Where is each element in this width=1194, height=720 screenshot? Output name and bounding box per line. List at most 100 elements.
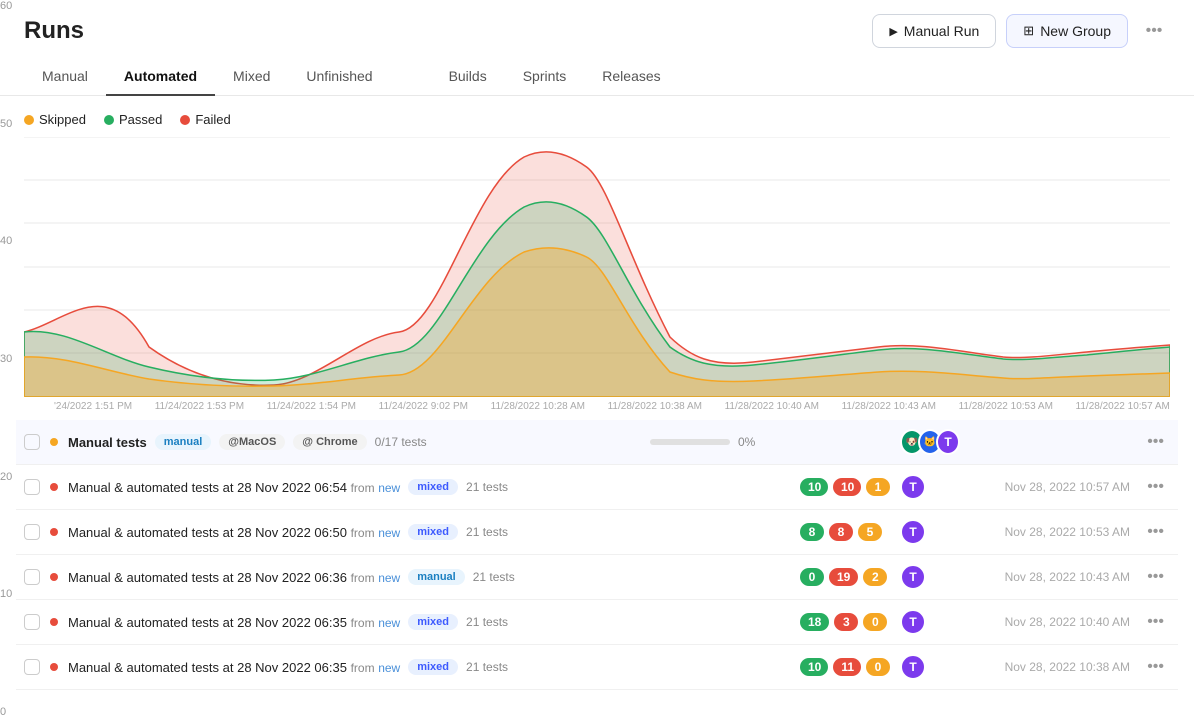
run-avatars-2: T [900,519,960,545]
run-title-4: Manual & automated tests at 28 Nov 2022 … [68,615,400,630]
run-avatars-5: T [900,654,960,680]
tab-unfinished[interactable]: Unfinished [288,58,390,96]
run-row-2: Manual & automated tests at 28 Nov 2022 … [16,510,1178,555]
passed-dot [104,115,114,125]
badge-manual-group: manual [155,434,212,450]
run-menu-btn-3[interactable]: ••• [1141,566,1170,588]
count-orange-4: 0 [863,613,887,631]
avatar-1: T [900,474,926,500]
progress-bar-bg-group [650,439,730,445]
run-title-1: Manual & automated tests at 28 Nov 2022 … [68,480,400,495]
new-group-label: New Group [1040,23,1111,39]
count-orange-3: 2 [863,568,887,586]
count-red-2: 8 [829,523,853,541]
avatar-3-group: T [936,429,960,455]
count-green-1: 10 [800,478,828,496]
ellipsis-icon: ••• [1146,22,1163,40]
passed-label: Passed [119,112,162,127]
tab-builds[interactable]: Builds [431,58,505,96]
run-time-4: Nov 28, 2022 10:40 AM [970,615,1130,629]
run-time-3: Nov 28, 2022 10:43 AM [970,570,1130,584]
run-menu-4: ••• [1140,611,1170,633]
new-group-button[interactable]: ⊞ New Group [1006,14,1128,48]
run-tests-group: 0/17 tests [375,435,427,449]
count-red-5: 11 [833,658,861,676]
count-orange-5: 0 [866,658,890,676]
avatar-5: T [900,654,926,680]
run-title-3: Manual & automated tests at 28 Nov 2022 … [68,570,400,585]
run-menu-btn-2[interactable]: ••• [1141,521,1170,543]
run-tests-1: 21 tests [466,480,508,494]
tab-sprints[interactable]: Sprints [505,58,585,96]
failed-dot [180,115,190,125]
run-tests-5: 21 tests [466,660,508,674]
x-axis-labels: '24/2022 1:51 PM 11/24/2022 1:53 PM 11/2… [24,397,1170,412]
tab-releases[interactable]: Releases [584,58,678,96]
failed-label: Failed [195,112,230,127]
run-menu-btn-1[interactable]: ••• [1141,476,1170,498]
run-menu-group: ••• [1140,431,1170,453]
count-green-4: 18 [800,613,829,631]
run-menu-btn-5[interactable]: ••• [1141,656,1170,678]
run-row-5: Manual & automated tests at 28 Nov 2022 … [16,645,1178,690]
run-time-2: Nov 28, 2022 10:53 AM [970,525,1130,539]
run-avatars-4: T [900,609,960,635]
avatar-2: T [900,519,926,545]
run-row-3: Manual & automated tests at 28 Nov 2022 … [16,555,1178,600]
tab-manual[interactable]: Manual [24,58,106,96]
run-title-5: Manual & automated tests at 28 Nov 2022 … [68,660,400,675]
badge-mixed-1: mixed [408,479,458,495]
run-info-5: Manual & automated tests at 28 Nov 2022 … [68,659,640,675]
count-green-5: 10 [800,658,828,676]
run-row-1: Manual & automated tests at 28 Nov 2022 … [16,465,1178,510]
legend-passed: Passed [104,112,162,127]
run-avatars-1: T [900,474,960,500]
run-list: Manual tests manual @MacOS @ Chrome 0/17… [0,420,1194,690]
run-dot-4 [50,618,58,626]
legend-failed: Failed [180,112,230,127]
run-badges-4: 18 3 0 [800,613,890,631]
manual-run-button[interactable]: ▶ Manual Run [872,14,996,48]
chart-container: Skipped Passed Failed 60 50 40 30 20 10 … [0,96,1194,420]
progress-pct-group: 0% [738,435,755,449]
count-green-2: 8 [800,523,824,541]
run-menu-1: ••• [1140,476,1170,498]
run-info-group: Manual tests manual @MacOS @ Chrome 0/17… [68,434,640,450]
avatar-4: T [900,609,926,635]
legend-skipped: Skipped [24,112,86,127]
more-options-button[interactable]: ••• [1138,15,1170,47]
new-group-icon: ⊞ [1023,23,1034,39]
tab-mixed[interactable]: Mixed [215,58,288,96]
run-row-4: Manual & automated tests at 28 Nov 2022 … [16,600,1178,645]
manual-run-label: Manual Run [904,23,980,39]
run-menu-btn-group[interactable]: ••• [1141,431,1170,453]
run-badges-3: 0 19 2 [800,568,890,586]
run-dot-group [50,438,58,446]
run-tests-4: 21 tests [466,615,508,629]
count-red-1: 10 [833,478,861,496]
run-menu-5: ••• [1140,656,1170,678]
run-tests-3: 21 tests [473,570,515,584]
badge-chrome-group: @ Chrome [293,434,366,450]
header: Runs ▶ Manual Run ⊞ New Group ••• [0,0,1194,58]
run-dot-1 [50,483,58,491]
run-dot-3 [50,573,58,581]
run-menu-2: ••• [1140,521,1170,543]
run-badges-1: 10 10 1 [800,478,890,496]
run-dot-5 [50,663,58,671]
run-badges-2: 8 8 5 [800,523,890,541]
run-time-1: Nov 28, 2022 10:57 AM [970,480,1130,494]
run-time-5: Nov 28, 2022 10:38 AM [970,660,1130,674]
run-menu-btn-4[interactable]: ••• [1141,611,1170,633]
run-tests-2: 21 tests [466,525,508,539]
count-red-3: 19 [829,568,858,586]
run-badges-5: 10 11 0 [800,658,890,676]
run-info-4: Manual & automated tests at 28 Nov 2022 … [68,614,640,630]
chart-svg [24,137,1170,397]
tab-automated[interactable]: Automated [106,58,215,96]
run-info-1: Manual & automated tests at 28 Nov 2022 … [68,479,640,495]
count-orange-2: 5 [858,523,882,541]
play-icon: ▶ [889,25,897,38]
run-title-2: Manual & automated tests at 28 Nov 2022 … [68,525,400,540]
run-progress-group: 0% [650,435,790,449]
